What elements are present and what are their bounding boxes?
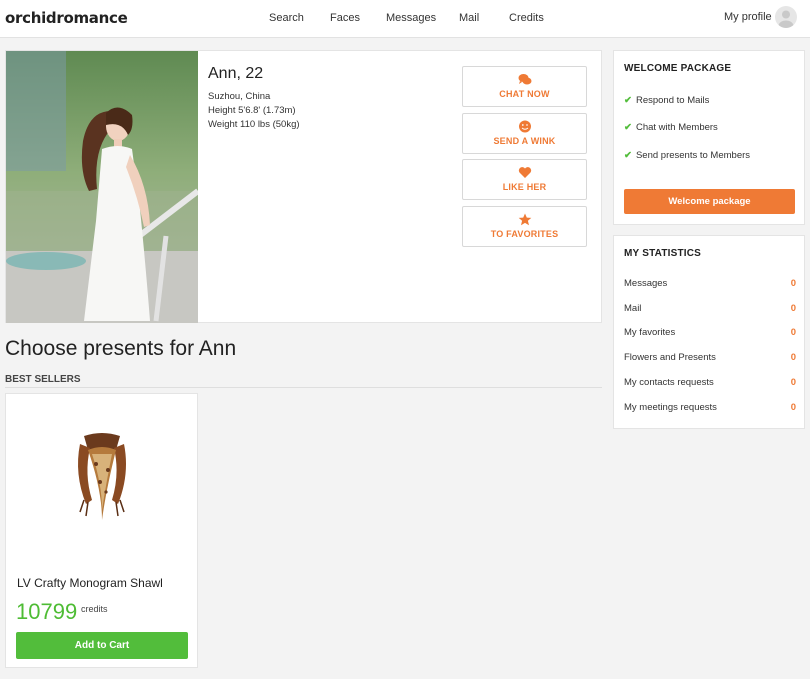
chat-now-button[interactable]: CHAT NOW: [462, 66, 587, 107]
chat-bubbles-icon: [518, 74, 531, 85]
price-unit: credits: [81, 604, 108, 614]
stat-favorites[interactable]: My favorites 0: [624, 327, 796, 338]
profile-photo[interactable]: [6, 51, 198, 323]
perk-label: Chat with Members: [635, 122, 718, 133]
profile-info: Ann, 22 Suzhou, China Height 5'6.8' (1.7…: [208, 65, 300, 132]
perk-label: Send presents to Members: [635, 150, 751, 161]
stat-label: Flowers and Presents: [624, 352, 716, 363]
profile-height: Height 5'6.8' (1.73m): [208, 105, 296, 116]
stat-meetings-requests[interactable]: My meetings requests 0: [624, 402, 796, 413]
welcome-heading: WELCOME PACKAGE: [624, 63, 732, 74]
stat-mail[interactable]: Mail 0: [624, 303, 796, 314]
chat-now-label: CHAT NOW: [499, 89, 550, 99]
nav-messages[interactable]: Messages: [386, 12, 436, 24]
avatar[interactable]: [775, 6, 797, 28]
heart-icon: [518, 167, 531, 178]
user-avatar-icon: [778, 10, 794, 28]
product-card[interactable]: LV Crafty Monogram Shawl 10799 credits A…: [5, 393, 198, 668]
stat-label: My favorites: [624, 327, 676, 338]
profile-location: Suzhou, China: [208, 91, 271, 102]
site-logo[interactable]: orchidromance: [5, 9, 128, 27]
my-profile-link[interactable]: My profile: [724, 11, 772, 23]
perk-item: ✔ Chat with Members: [624, 122, 718, 133]
product-price: 10799: [16, 599, 78, 624]
best-sellers-label: BEST SELLERS: [5, 374, 81, 385]
welcome-package-card: WELCOME PACKAGE ✔ Respond to Mails ✔ Chat …: [613, 50, 805, 225]
wink-face-icon: [518, 120, 531, 133]
nav-credits[interactable]: Credits: [509, 12, 544, 24]
add-to-cart-button[interactable]: Add to Cart: [16, 632, 188, 659]
perk-item: ✔ Respond to Mails: [624, 95, 709, 106]
stat-flowers-presents[interactable]: Flowers and Presents 0: [624, 352, 796, 363]
stat-label: Messages: [624, 278, 668, 289]
send-wink-label: SEND A WINK: [493, 136, 556, 146]
shawl-product-image: [78, 433, 126, 520]
to-favorites-button[interactable]: TO FAVORITES: [462, 206, 587, 247]
stat-value: 0: [790, 303, 796, 314]
product-name[interactable]: LV Crafty Monogram Shawl: [17, 576, 163, 590]
profile-name: Ann, 22: [208, 65, 264, 82]
top-header: orchidromance Search Faces Messages Mail…: [0, 0, 810, 38]
stat-value: 0: [790, 327, 796, 338]
section-divider: [5, 387, 602, 388]
welcome-package-button[interactable]: Welcome package: [624, 189, 795, 214]
profile-weight: Weight 110 lbs (50kg): [208, 119, 300, 130]
nav-search[interactable]: Search: [269, 12, 304, 24]
to-favorites-label: TO FAVORITES: [490, 229, 559, 239]
presents-title: Choose presents for Ann: [5, 337, 237, 360]
like-her-label: LIKE HER: [502, 182, 547, 192]
perk-label: Respond to Mails: [635, 95, 710, 106]
statistics-heading: MY STATISTICS: [624, 248, 702, 259]
send-wink-button[interactable]: SEND A WINK: [462, 113, 587, 154]
star-icon: [518, 213, 531, 226]
checkmark-icon: ✔: [624, 122, 632, 133]
stat-value: 0: [790, 377, 796, 388]
nav-faces[interactable]: Faces: [330, 12, 360, 24]
checkmark-icon: ✔: [624, 95, 632, 106]
stat-value: 0: [790, 402, 796, 413]
stat-label: My contacts requests: [624, 377, 714, 388]
perk-item: ✔ Send presents to Members: [624, 150, 750, 161]
stat-label: Mail: [624, 303, 642, 314]
statistics-card: MY STATISTICS Messages 0 Mail 0 My favorit…: [613, 235, 805, 429]
stat-label: My meetings requests: [624, 402, 717, 413]
nav-mail[interactable]: Mail: [459, 12, 479, 24]
stat-messages[interactable]: Messages 0: [624, 278, 796, 289]
stat-value: 0: [790, 278, 796, 289]
like-her-button[interactable]: LIKE HER: [462, 159, 587, 200]
stat-contacts-requests[interactable]: My contacts requests 0: [624, 377, 796, 388]
profile-card: Ann, 22 Suzhou, China Height 5'6.8' (1.7…: [5, 50, 602, 323]
checkmark-icon: ✔: [624, 150, 632, 161]
profile-photo-image: [6, 51, 198, 323]
stat-value: 0: [790, 352, 796, 363]
